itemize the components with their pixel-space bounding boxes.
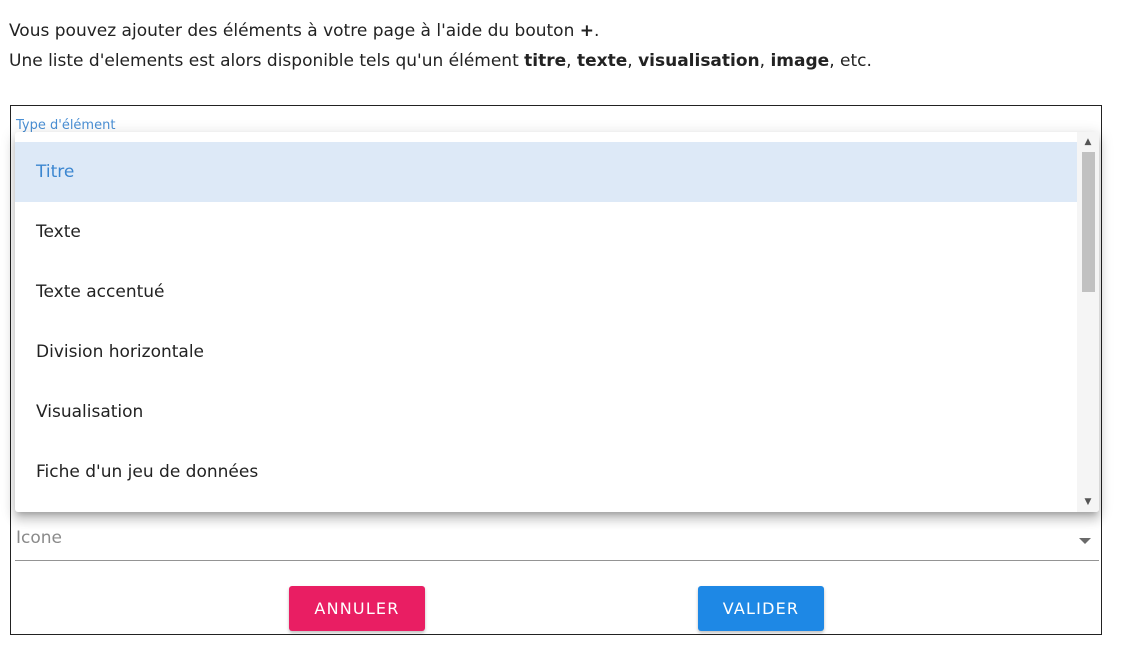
separator: ,: [566, 51, 577, 71]
intro-text: Vous pouvez ajouter des éléments à votre…: [9, 16, 1109, 76]
intro-line-1: Vous pouvez ajouter des éléments à votre…: [9, 16, 1109, 46]
scroll-up-icon[interactable]: ▲: [1077, 134, 1099, 150]
validate-button[interactable]: VALIDER: [698, 586, 824, 631]
option-titre[interactable]: Titre: [15, 142, 1077, 202]
separator: ,: [759, 51, 771, 71]
intro-item-image: image: [770, 51, 830, 71]
scroll-down-icon[interactable]: ▼: [1077, 494, 1099, 510]
chevron-down-icon[interactable]: [1079, 538, 1091, 544]
cancel-button[interactable]: ANNULER: [289, 586, 425, 631]
add-element-dialog: Type d'élément Titre Texte Texte accentu…: [10, 105, 1102, 635]
intro-item-texte: texte: [576, 51, 628, 71]
element-type-dropdown-menu: Titre Texte Texte accentué Division hori…: [15, 132, 1099, 512]
intro-line2-end: , etc.: [829, 51, 872, 71]
option-visualisation[interactable]: Visualisation: [15, 382, 1077, 442]
intro-line-2: Une liste d'elements est alors disponibl…: [9, 46, 1109, 76]
scrollbar-thumb[interactable]: [1082, 152, 1095, 292]
plus-symbol: +: [579, 21, 594, 41]
intro-line1-end: .: [594, 21, 600, 41]
separator: ,: [627, 51, 639, 71]
option-texte[interactable]: Texte: [15, 202, 1077, 262]
icon-field-label: Icone: [16, 528, 62, 548]
dropdown-scrollbar[interactable]: ▲ ▼: [1077, 132, 1099, 512]
intro-item-titre: titre: [524, 51, 567, 71]
icon-select-field[interactable]: Icone: [15, 524, 1099, 561]
intro-line1-text: Vous pouvez ajouter des éléments à votre…: [9, 21, 580, 41]
element-type-options: Titre Texte Texte accentué Division hori…: [15, 142, 1077, 502]
intro-item-visualisation: visualisation: [638, 51, 760, 71]
option-division-horizontale[interactable]: Division horizontale: [15, 322, 1077, 382]
option-texte-accentue[interactable]: Texte accentué: [15, 262, 1077, 322]
option-fiche-jeu-de-donnees[interactable]: Fiche d'un jeu de données: [15, 442, 1077, 502]
intro-line2-text: Une liste d'elements est alors disponibl…: [9, 51, 525, 71]
